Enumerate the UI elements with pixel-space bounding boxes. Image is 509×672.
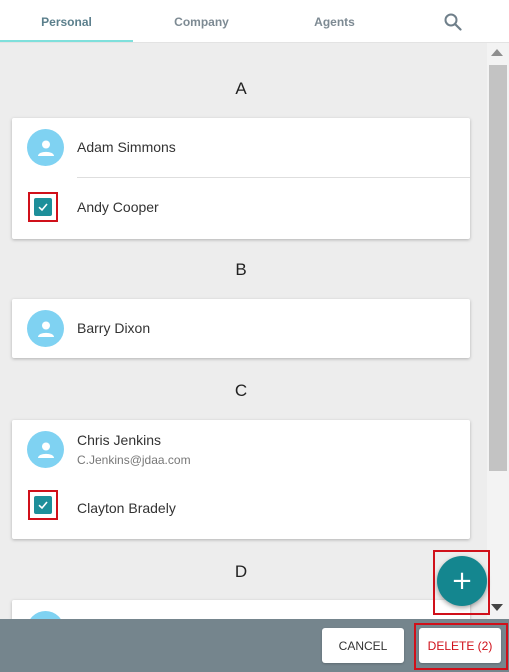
- plus-icon: +: [451, 566, 473, 596]
- section-header-a: A: [235, 79, 247, 98]
- selected-checkbox[interactable]: [34, 496, 52, 514]
- avatar: [27, 129, 64, 166]
- search-icon: [444, 13, 462, 31]
- selection-highlight: [28, 490, 58, 520]
- contact-list[interactable]: A Adam Simmons Andy Cooper B Barry Dixon: [0, 43, 487, 619]
- scrollbar[interactable]: [487, 43, 509, 619]
- contact-card-c: Chris Jenkins C.Jenkins@jdaa.com Clayton…: [12, 420, 470, 539]
- contact-card-b: Barry Dixon: [12, 299, 470, 358]
- contact-row-andy-cooper[interactable]: Andy Cooper: [12, 178, 470, 238]
- section-header-b: B: [235, 260, 247, 279]
- check-icon: [38, 203, 48, 212]
- tab-bar: Personal Company Agents: [0, 0, 509, 43]
- active-tab-indicator: [0, 40, 133, 42]
- scroll-down-arrow[interactable]: [491, 604, 503, 611]
- contact-card-a: Adam Simmons Andy Cooper: [12, 118, 470, 239]
- check-icon: [38, 501, 48, 510]
- selection-highlight: [28, 192, 58, 222]
- selected-checkbox[interactable]: [34, 198, 52, 216]
- tab-agents[interactable]: Agents: [268, 0, 401, 43]
- tab-agents-label: Agents: [314, 14, 355, 29]
- person-icon: [37, 321, 54, 337]
- search-button[interactable]: [430, 0, 475, 43]
- contact-row-barry-dixon[interactable]: Barry Dixon: [12, 299, 470, 358]
- contact-email: C.Jenkins@jdaa.com: [77, 453, 191, 467]
- contact-name: Barry Dixon: [77, 320, 151, 336]
- tab-personal[interactable]: Personal: [0, 0, 133, 43]
- avatar: [27, 431, 64, 468]
- tab-personal-label: Personal: [41, 14, 92, 29]
- contact-card-d: [12, 600, 470, 619]
- contact-name: Chris Jenkins: [77, 432, 162, 448]
- tab-company[interactable]: Company: [135, 0, 268, 43]
- contact-row-clayton-bradely[interactable]: Clayton Bradely: [12, 479, 470, 539]
- contact-name: Andy Cooper: [77, 199, 159, 215]
- cancel-button[interactable]: CANCEL: [322, 628, 404, 663]
- add-contact-button[interactable]: +: [437, 556, 487, 606]
- avatar: [27, 611, 64, 619]
- contact-row-partial[interactable]: [12, 600, 470, 619]
- scrollbar-thumb[interactable]: [489, 65, 507, 471]
- avatar: [27, 310, 64, 347]
- contact-row-adam-simmons[interactable]: Adam Simmons: [12, 118, 470, 178]
- scroll-up-arrow[interactable]: [491, 49, 503, 56]
- action-bar: CANCEL DELETE (2): [0, 619, 509, 672]
- person-icon: [37, 442, 54, 458]
- section-header-c: C: [234, 381, 248, 400]
- contact-name: Adam Simmons: [77, 139, 176, 155]
- delete-button[interactable]: DELETE (2): [419, 628, 501, 663]
- tab-company-label: Company: [174, 14, 229, 29]
- contact-row-chris-jenkins[interactable]: Chris Jenkins C.Jenkins@jdaa.com: [12, 420, 470, 480]
- contact-name: Clayton Bradely: [77, 500, 176, 516]
- section-header-d: D: [234, 562, 248, 581]
- person-icon: [37, 140, 54, 156]
